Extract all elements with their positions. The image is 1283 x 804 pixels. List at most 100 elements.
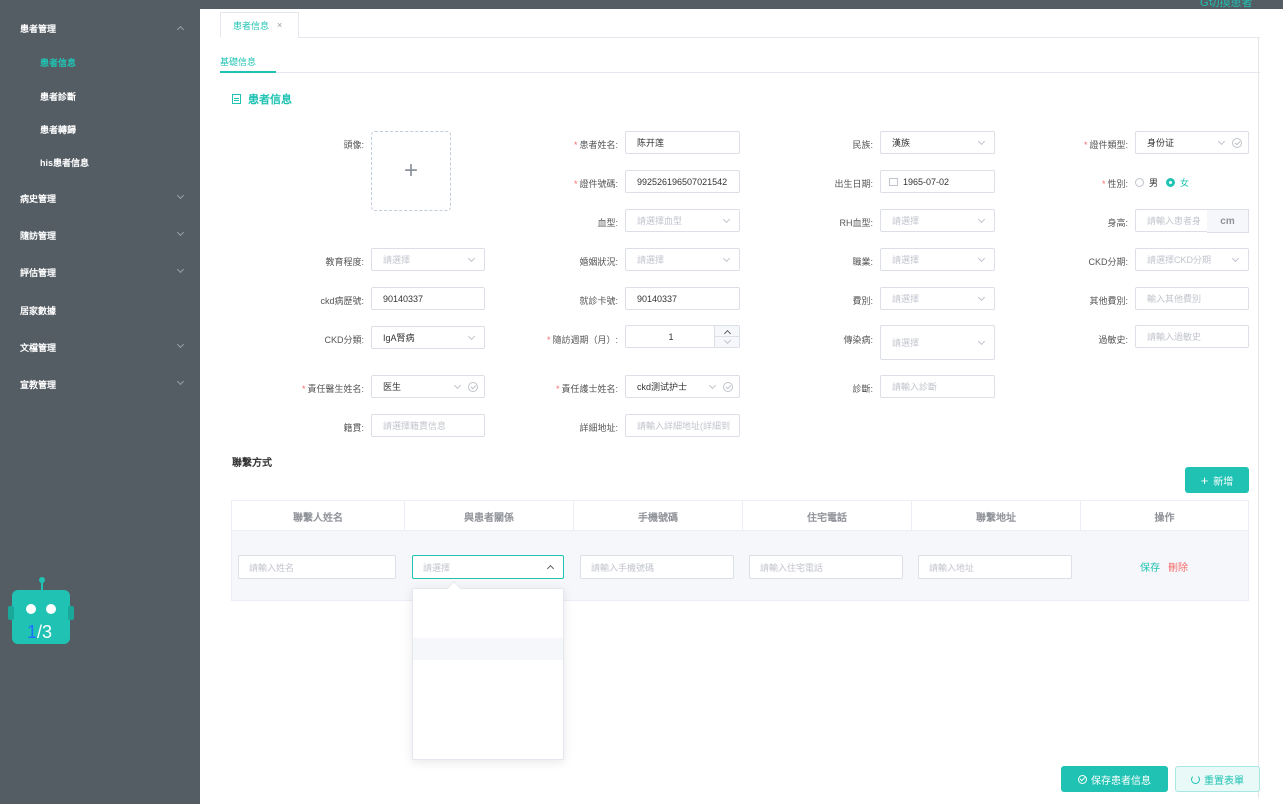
infect-label: 傳染病: <box>843 335 873 345</box>
sidebar-item-label: 病史管理 <box>20 193 57 204</box>
robot-assistant-icon[interactable]: 1 /3 <box>8 576 76 648</box>
sidebar-item-label: 患者診斷 <box>40 91 77 102</box>
diagnosis-label: 診斷: <box>852 384 873 394</box>
check-circle-icon <box>1232 138 1242 148</box>
diagnosis-input[interactable]: 請輸入診斷 <box>880 375 995 398</box>
marital-label: 婚姻狀況: <box>579 257 618 267</box>
gender-label: * 性別: <box>1101 179 1128 189</box>
stepper-value: 1 <box>668 332 674 342</box>
followup-cycle-stepper[interactable]: 1 <box>625 325 740 348</box>
chevron-down-icon <box>1231 254 1240 263</box>
radio-checked-icon <box>1166 178 1175 187</box>
birth-date-picker[interactable]: 1965-07-02 <box>880 170 995 193</box>
allergy-label: 過敏史: <box>1098 335 1128 345</box>
visit-card-label: 就診卡號: <box>579 296 618 306</box>
sidebar-item-his-patient[interactable]: his患者信息 <box>0 152 200 172</box>
gender-female-radio[interactable]: 女 <box>1166 176 1189 189</box>
gender-male-radio[interactable]: 男 <box>1135 176 1158 189</box>
contact-address-input[interactable]: 請輸入地址 <box>918 555 1072 579</box>
chevron-down-icon <box>176 340 185 349</box>
other-fee-input[interactable]: 輸入其他費別 <box>1135 287 1249 310</box>
allergy-input[interactable]: 請輸入過敏史 <box>1135 325 1249 348</box>
occupation-select[interactable]: 請選擇 <box>880 248 995 271</box>
height-input[interactable]: 請輸入患者身 <box>1135 209 1208 232</box>
save-patient-button[interactable]: 保存患者信息 <box>1061 766 1168 792</box>
top-bar: G切換患者 <box>200 0 1283 9</box>
sidebar-item-label: 患者信息 <box>40 57 77 68</box>
home-phone-input[interactable]: 請輸入住宅電話 <box>749 555 903 579</box>
relation-dropdown-menu[interactable] <box>412 580 564 760</box>
sidebar-item-label: 宣教管理 <box>20 379 57 390</box>
sidebar-item-patient-outcome[interactable]: 患者轉歸 <box>0 119 200 139</box>
education-select[interactable]: 請選擇 <box>371 248 485 271</box>
close-icon[interactable]: × <box>277 20 282 30</box>
chevron-down-icon <box>708 381 717 390</box>
relation-select[interactable]: 請選擇 <box>412 555 564 579</box>
doctor-select[interactable]: 医生 <box>371 375 485 398</box>
sidebar-item-document-mgmt[interactable]: 文檔管理 <box>0 337 200 357</box>
idtype-label: * 證件類型: <box>1083 140 1128 150</box>
other-fee-label: 其他費別: <box>1089 296 1128 306</box>
native-label: 籍貫: <box>343 423 364 433</box>
fee-type-select[interactable]: 請選擇 <box>880 287 995 310</box>
add-contact-button[interactable]: + 新增 <box>1185 467 1249 493</box>
native-place-select[interactable]: 請選擇籍貫信息 <box>371 414 485 437</box>
job-label: 職業: <box>852 257 873 267</box>
ckd-type-select[interactable]: IgA腎病 <box>371 326 485 349</box>
decrement-icon[interactable] <box>723 336 732 345</box>
address-input[interactable]: 請輸入詳細地址(詳細到 <box>625 414 740 437</box>
sidebar-item-followup-mgmt[interactable]: 隨訪管理 <box>0 225 200 245</box>
nurse-select[interactable]: ckd测试护士 <box>625 375 740 398</box>
contact-name-input[interactable]: 請輸入姓名 <box>238 555 396 579</box>
sidebar-item-label: 文檔管理 <box>20 342 57 353</box>
switch-patient-link[interactable]: G切換患者 <box>1200 0 1253 10</box>
sidebar-item-patient-info[interactable]: 患者信息 <box>0 52 200 72</box>
stepper-buttons[interactable] <box>714 326 740 347</box>
sidebar-item-patient-diagnosis[interactable]: 患者診斷 <box>0 86 200 106</box>
subtab-basic-info[interactable]: 基礎信息 <box>220 55 256 68</box>
tab-patient-info[interactable]: 患者信息 × <box>220 12 299 38</box>
sidebar-item-home-data[interactable]: 居家數據 <box>0 300 200 320</box>
visit-card-input[interactable]: 90140337 <box>625 287 740 310</box>
marital-select[interactable]: 請選擇 <box>625 248 740 271</box>
reset-form-button[interactable]: 重置表單 <box>1175 766 1260 792</box>
sidebar: 患者管理 患者信息 患者診斷 患者轉歸 his患者信息 病史管理 隨訪管理 評估… <box>0 0 200 804</box>
check-circle-icon <box>723 382 733 392</box>
patient-name-input[interactable]: 陈开莲 <box>625 131 740 154</box>
sidebar-item-history-mgmt[interactable]: 病史管理 <box>0 188 200 208</box>
mobile-input[interactable]: 請輸入手機號碼 <box>580 555 734 579</box>
ckd-stage-select[interactable]: 請選擇CKD分期 <box>1135 248 1249 271</box>
subtab-line <box>220 72 1260 73</box>
chevron-down-icon <box>977 137 986 146</box>
cycle-label: * 隨訪週期（月）: <box>546 335 618 345</box>
avatar-label: 頭像: <box>343 140 364 150</box>
address-label: 詳細地址: <box>579 423 618 433</box>
chevron-down-icon <box>977 293 986 302</box>
robot-page-current: 1 <box>27 622 37 642</box>
sidebar-item-patient-mgmt[interactable]: 患者管理 <box>0 18 200 38</box>
chevron-down-icon <box>467 254 476 263</box>
infectious-select[interactable]: 請選擇 <box>880 325 995 360</box>
section-title: 患者信息 <box>232 91 292 107</box>
ethnic-label: 民族: <box>852 140 873 150</box>
ckd-record-input[interactable]: 90140337 <box>371 287 485 310</box>
avatar-upload[interactable]: + <box>371 131 451 211</box>
height-label: 身高: <box>1107 218 1128 228</box>
sidebar-item-assessment-mgmt[interactable]: 評估管理 <box>0 262 200 282</box>
blood-type-select[interactable]: 請選擇血型 <box>625 209 740 232</box>
sidebar-item-education-mgmt[interactable]: 宣教管理 <box>0 374 200 394</box>
id-number-input[interactable]: 992526196507021542 <box>625 170 740 193</box>
sidebar-item-label: 患者管理 <box>20 23 57 34</box>
rh-blood-select[interactable]: 請選擇 <box>880 209 995 232</box>
idtype-select[interactable]: 身份证 <box>1135 131 1249 154</box>
sidebar-item-label: 隨訪管理 <box>20 230 57 241</box>
chevron-up-icon <box>176 25 185 34</box>
check-circle-icon <box>1078 774 1087 784</box>
sidebar-item-label: 患者轉歸 <box>40 124 77 135</box>
idno-label: * 證件號碼: <box>573 179 618 189</box>
ethnic-select[interactable]: 漢族 <box>880 131 995 154</box>
calendar-icon <box>889 177 898 186</box>
dropdown-hover-item[interactable] <box>413 638 563 660</box>
row-save-link[interactable]: 保存 <box>1140 559 1160 574</box>
row-delete-link[interactable]: 刪除 <box>1168 559 1188 574</box>
